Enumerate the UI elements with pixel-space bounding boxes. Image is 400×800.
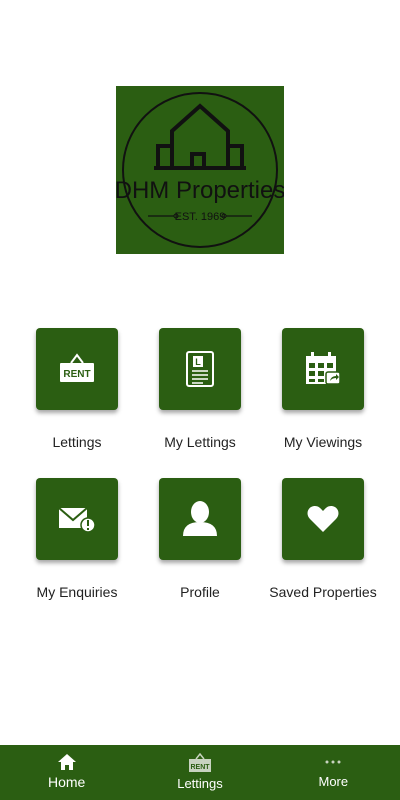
calendar-share-icon <box>306 352 341 385</box>
tile-label-profile: Profile <box>180 584 220 600</box>
logo-brand-text: DHM Properties <box>116 177 284 204</box>
tile-label-lettings: Lettings <box>52 434 102 450</box>
rent-sign-icon: RENT <box>60 353 94 382</box>
lettings-document-icon: L <box>186 351 214 387</box>
my-viewings-button[interactable] <box>282 328 364 410</box>
tab-more-label: More <box>318 774 349 789</box>
home-icon <box>57 754 76 770</box>
bottom-tab-bar: Home RENT Lettings More <box>0 745 400 800</box>
tab-home-label: Home <box>47 774 86 790</box>
logo-established-text: EST. 1969 <box>175 211 226 223</box>
company-logo: DHM Properties EST. 1969 <box>116 86 284 254</box>
mail-alert-icon <box>58 507 96 533</box>
tab-lettings-label: Lettings <box>177 776 223 791</box>
more-dots-icon <box>325 760 341 764</box>
tile-lettings[interactable]: RENT Lettings <box>12 328 142 450</box>
my-lettings-button[interactable]: L <box>159 328 241 410</box>
saved-properties-button[interactable] <box>282 478 364 560</box>
tile-my-lettings[interactable]: L My Lettings <box>135 328 265 450</box>
tile-profile[interactable]: Profile <box>135 478 265 600</box>
tile-label-my-viewings: My Viewings <box>283 434 363 450</box>
tile-label-saved-properties: Saved Properties <box>269 584 377 600</box>
tile-saved-properties[interactable]: Saved Properties <box>258 478 388 600</box>
svg-text:L: L <box>195 357 201 367</box>
profile-button[interactable] <box>159 478 241 560</box>
heart-icon <box>307 506 339 532</box>
svg-text:RENT: RENT <box>63 369 90 380</box>
tab-more[interactable]: More <box>267 745 400 800</box>
lettings-button[interactable]: RENT <box>36 328 118 410</box>
my-enquiries-button[interactable] <box>36 478 118 560</box>
person-icon <box>183 501 217 536</box>
tile-my-enquiries[interactable]: My Enquiries <box>12 478 142 600</box>
rent-sign-icon: RENT <box>188 753 211 772</box>
tab-lettings[interactable]: RENT Lettings <box>133 745 266 800</box>
tile-label-my-enquiries: My Enquiries <box>36 584 118 600</box>
house-logo-icon: DHM Properties EST. 1969 <box>116 92 284 248</box>
svg-text:RENT: RENT <box>190 764 210 771</box>
tile-label-my-lettings: My Lettings <box>164 434 236 450</box>
tile-my-viewings[interactable]: My Viewings <box>258 328 388 450</box>
tab-home[interactable]: Home <box>0 745 133 800</box>
